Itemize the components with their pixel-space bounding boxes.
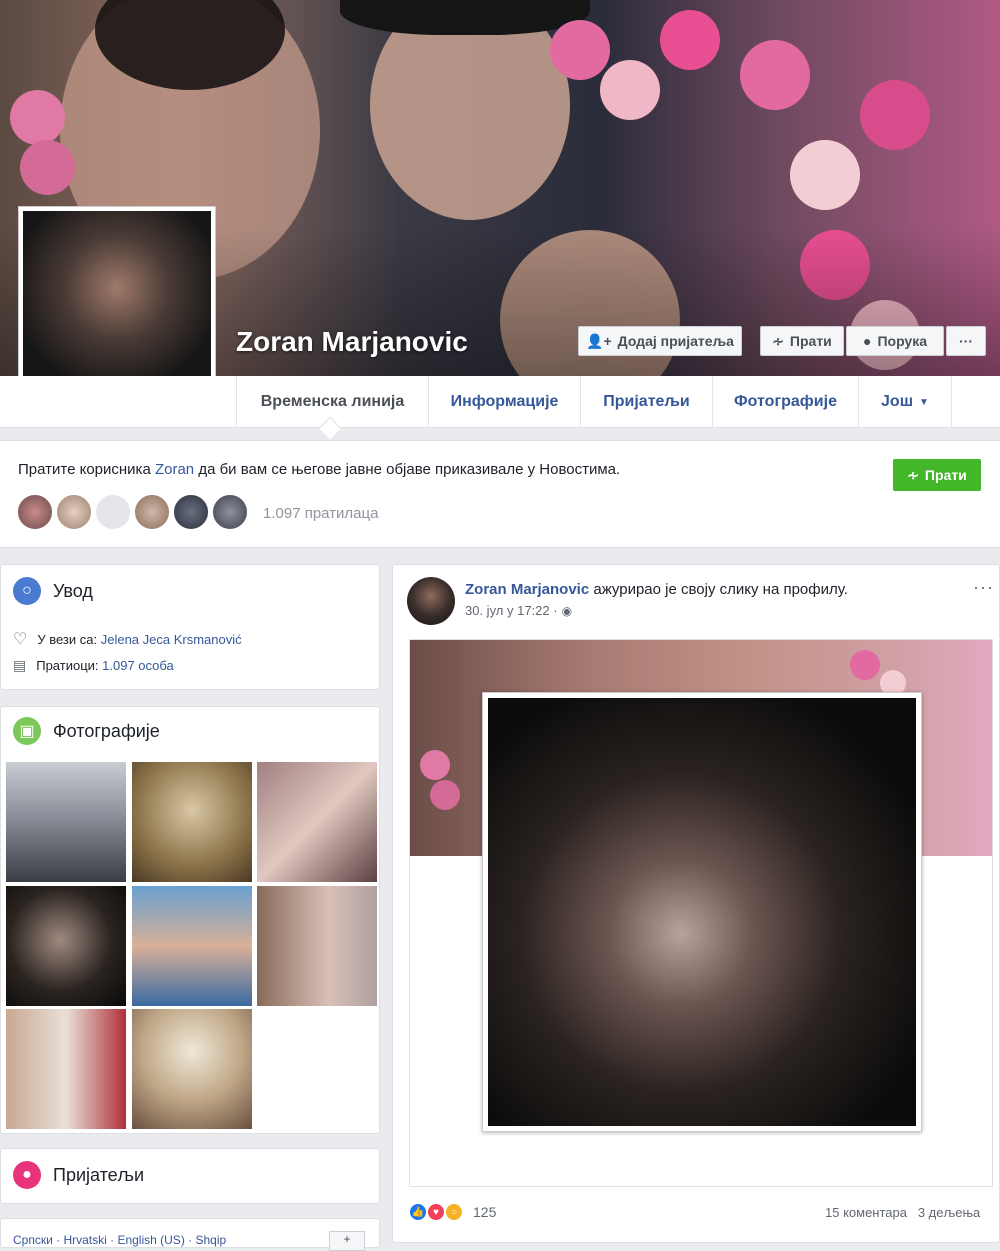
follower-avatar[interactable]	[133, 493, 171, 531]
followers-link[interactable]: 1.097 особа	[102, 658, 174, 673]
follow-button[interactable]: ∻ Прати	[760, 326, 844, 356]
shares-count[interactable]: 3 дељења	[918, 1205, 980, 1220]
comments-count[interactable]: 15 коментара	[825, 1205, 907, 1220]
follow-prompt-name[interactable]: Zoran	[155, 461, 194, 478]
post-header: Zoran Marjanovic ажурирао је своју слику…	[465, 581, 848, 598]
photo-icon: ▣	[13, 717, 41, 745]
messenger-icon: ●	[862, 333, 872, 349]
rss-icon: ∻	[907, 466, 919, 483]
tab-photos[interactable]: Фотографије	[712, 376, 858, 428]
photos-title[interactable]: ▣ Фотографије	[13, 717, 160, 745]
globe-icon: ◉	[561, 603, 573, 618]
add-friend-button[interactable]: 👤+ Додај пријатеља	[578, 326, 742, 356]
love-icon: ♥	[427, 1203, 445, 1221]
post-action-text: ажурирао је своју слику на профилу.	[589, 581, 848, 598]
tab-more[interactable]: Још ▼	[858, 376, 952, 428]
followers-row: ▤ Пратиоци: 1.097 особа	[13, 657, 174, 674]
photo-thumbnail[interactable]	[257, 762, 377, 882]
follower-avatar[interactable]	[55, 493, 93, 531]
follower-avatar[interactable]	[211, 493, 249, 531]
follow-prompt-text: Пратите корисника	[18, 461, 155, 478]
photo-thumbnail[interactable]	[6, 762, 126, 882]
intro-title: ○ Увод	[13, 577, 93, 605]
intro-title-label: Увод	[53, 580, 93, 601]
language-card: Српски · Hrvatski · English (US) · Shqip…	[0, 1218, 380, 1251]
like-icon: 👍	[409, 1203, 427, 1221]
message-label: Порука	[877, 333, 928, 349]
photos-title-label: Фотографије	[53, 720, 160, 741]
post-image[interactable]	[409, 639, 993, 1187]
post-profile-photo[interactable]	[482, 692, 922, 1132]
follow-prompt: Пратите корисника Zoran да би вам се њег…	[18, 461, 620, 478]
post-timestamp[interactable]: 30. јул у 17:22 · ◉	[465, 603, 572, 618]
message-button[interactable]: ● Порука	[846, 326, 944, 356]
post-time-label: 30. јул у 17:22 ·	[465, 603, 558, 618]
followers-label: Пратиоци:	[36, 658, 103, 673]
post-author-avatar[interactable]	[407, 577, 455, 625]
photos-card: ▣ Фотографије	[0, 706, 380, 1134]
follow-label: Прати	[789, 333, 832, 349]
follow-banner-button[interactable]: ∻ Прати	[893, 459, 981, 491]
rss-icon: ∻	[772, 332, 784, 349]
tab-more-label: Још	[881, 393, 914, 410]
tab-friends[interactable]: Пријатељи	[580, 376, 712, 428]
photo-thumbnail[interactable]	[132, 886, 252, 1006]
post-stats: 15 коментара 3 дељења	[825, 1205, 980, 1220]
language-list[interactable]: Српски · Hrvatski · English (US) · Shqip	[13, 1233, 226, 1247]
friends-card: ● Пријатељи	[0, 1148, 380, 1204]
wow-icon: ○	[445, 1203, 463, 1221]
follower-avatar[interactable]	[16, 493, 54, 531]
relationship-partner-link[interactable]: Jelena Jeca Krsmanović	[101, 632, 242, 647]
relationship-row: ♡ У вези са: Jelena Jeca Krsmanović	[13, 629, 242, 649]
add-language-button[interactable]: +	[329, 1231, 365, 1251]
friends-title[interactable]: ● Пријатељи	[13, 1161, 144, 1189]
relationship-label: У вези са:	[37, 631, 101, 647]
profile-nav: Временска линија Информације Пријатељи Ф…	[0, 376, 1000, 440]
follow-banner: Пратите корисника Zoran да би вам се њег…	[0, 440, 1000, 548]
follower-avatar[interactable]	[172, 493, 210, 531]
post-author-link[interactable]: Zoran Marjanovic	[465, 581, 589, 598]
add-friend-label: Додај пријатеља	[617, 333, 734, 349]
photo-thumbnail[interactable]	[132, 1009, 252, 1129]
photo-thumbnail[interactable]	[132, 762, 252, 882]
add-friend-icon: 👤+	[586, 332, 612, 349]
intro-card: ○ Увод ♡ У вези са: Jelena Jeca Krsmanov…	[0, 564, 380, 690]
heart-icon: ♡	[13, 631, 28, 648]
photo-thumbnail[interactable]	[6, 886, 126, 1006]
post-card: Zoran Marjanovic ажурирао је своју слику…	[392, 564, 1000, 1243]
reactions-summary[interactable]: 👍 ♥ ○ 125	[409, 1203, 496, 1221]
post-options-button[interactable]: ···	[973, 577, 994, 598]
globe-icon: ○	[13, 577, 41, 605]
follow-banner-label: Прати	[924, 467, 967, 483]
more-options-button[interactable]: ···	[946, 326, 986, 356]
caret-down-icon: ▼	[919, 396, 929, 408]
photo-thumbnail[interactable]	[6, 1009, 126, 1129]
follow-prompt-text-end: да би вам се његове јавне објаве прикази…	[194, 461, 621, 478]
friends-title-label: Пријатељи	[53, 1164, 145, 1185]
follower-avatar[interactable]	[94, 493, 132, 531]
photo-thumbnail[interactable]	[257, 886, 377, 1006]
more-icon: ···	[959, 333, 973, 349]
reactions-count: 125	[473, 1204, 497, 1220]
profile-name[interactable]: Zoran Marjanovic	[236, 326, 468, 358]
followers-icon: ▤	[13, 657, 27, 673]
tab-about[interactable]: Информације	[428, 376, 580, 428]
followers-count[interactable]: 1.097 пратилаца	[263, 505, 378, 522]
friends-icon: ●	[13, 1161, 41, 1189]
